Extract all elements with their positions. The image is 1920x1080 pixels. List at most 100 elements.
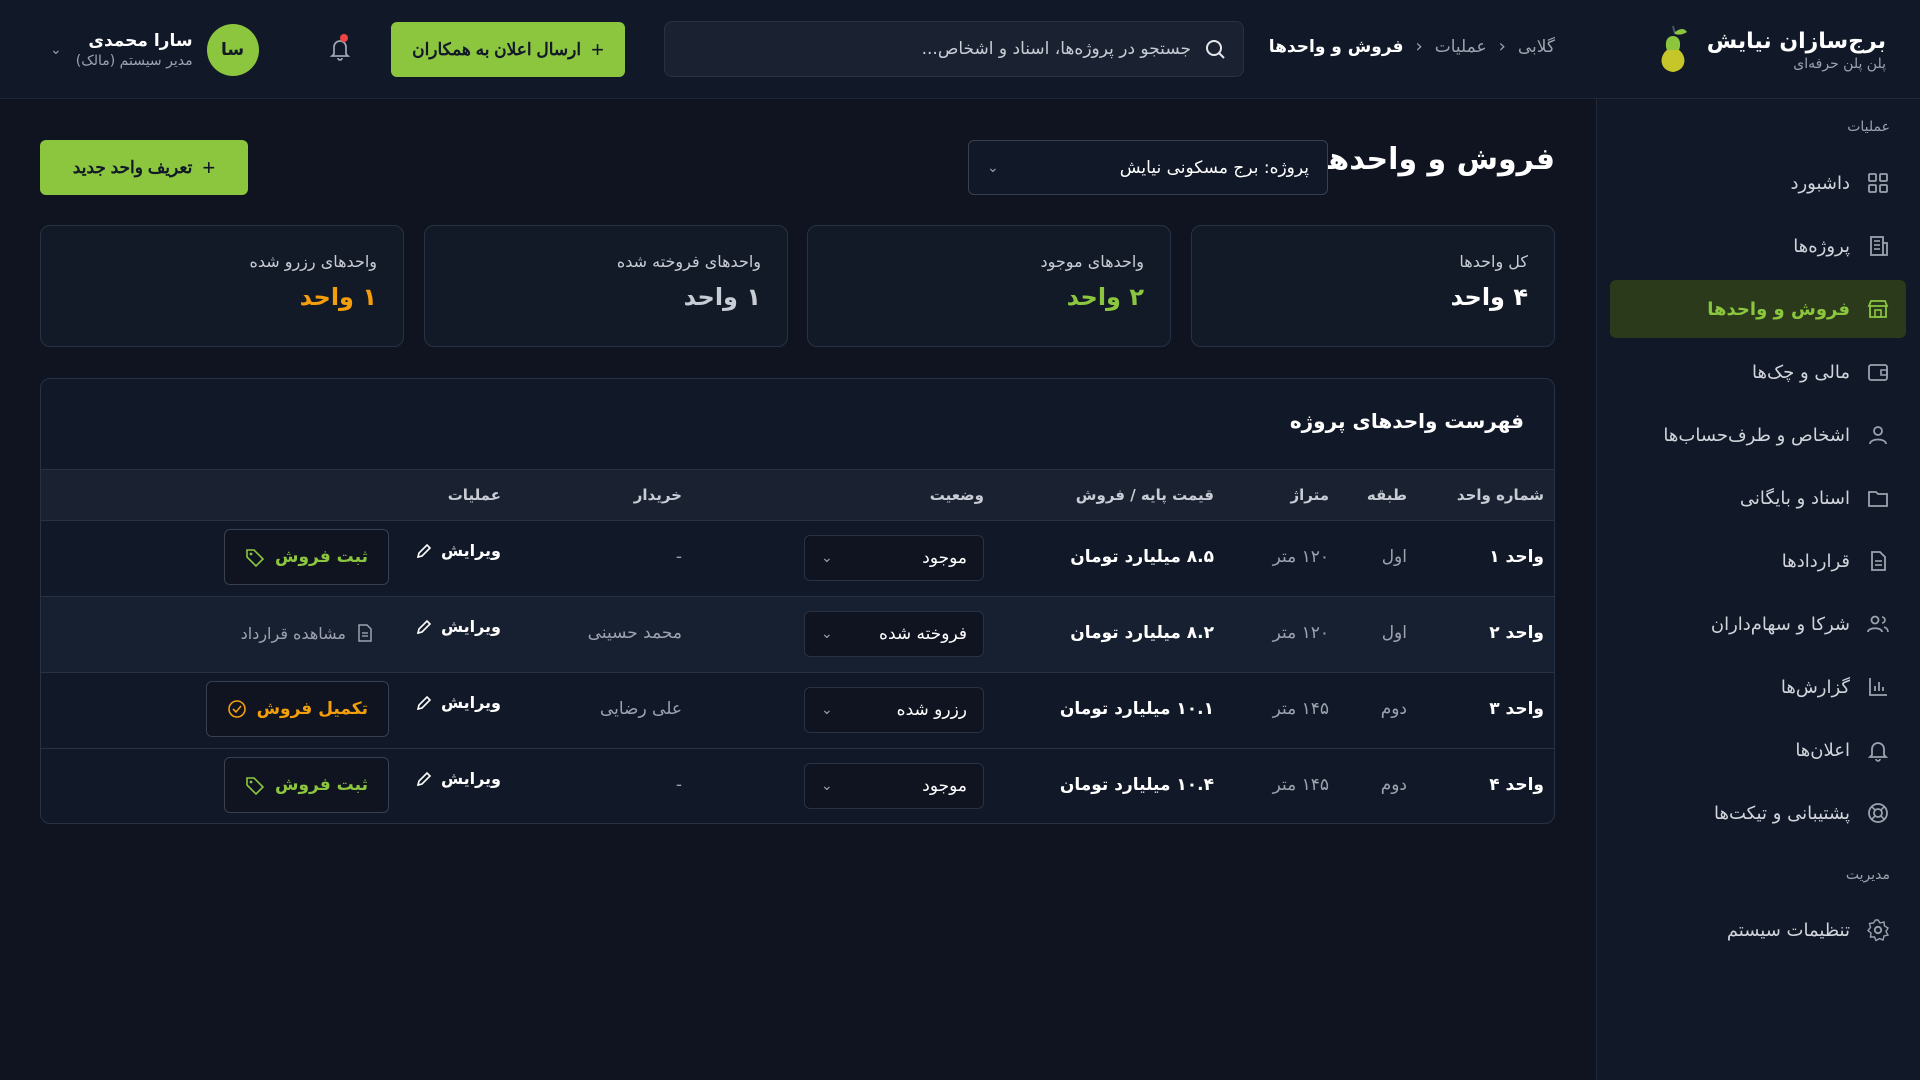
sidebar-item-contracts[interactable]: قراردادها: [1610, 532, 1906, 590]
dashboard-icon: [1866, 171, 1890, 195]
sidebar-item-documents[interactable]: اسناد و بایگانی: [1610, 469, 1906, 527]
chevron-down-icon: ⌄: [821, 702, 833, 718]
status-select[interactable]: موجود ⌄: [804, 763, 984, 809]
edit-button-label: ویرایش: [440, 693, 501, 712]
status-select-value: موجود: [922, 776, 967, 796]
action-label: مشاهده قرارداد: [240, 623, 346, 643]
table-row: واحد ۳ دوم ۱۴۵ متر ۱۰.۱ میلیارد تومان رز…: [41, 673, 1554, 749]
edit-button-label: ویرایش: [440, 617, 501, 636]
register-sale-button[interactable]: ثبت فروش: [224, 529, 389, 585]
cell-price: ۸.۵ میلیارد تومان: [1070, 547, 1214, 567]
user-name: سارا محمدی: [88, 31, 193, 51]
sidebar-item-label: شرکا و سهام‌داران: [1710, 613, 1850, 635]
sidebar-item-dashboard[interactable]: داشبورد: [1610, 154, 1906, 212]
breadcrumb: گلابی ‹ عملیات ‹ فروش و واحدها: [1269, 36, 1555, 57]
complete-sale-button[interactable]: تکمیل فروش: [205, 681, 389, 737]
pencil-icon: [416, 771, 432, 786]
chart-icon: [1866, 675, 1890, 699]
stat-label: کل واحدها: [1459, 252, 1528, 271]
sidebar-item-reports[interactable]: گزارش‌ها: [1610, 658, 1906, 716]
sidebar-section-operations: عملیات: [1847, 119, 1890, 135]
cell-buyer: محمد حسینی: [587, 623, 682, 643]
column-header-actions: عملیات: [447, 486, 501, 504]
pencil-icon: [416, 543, 432, 558]
sidebar-item-notifications[interactable]: اعلان‌ها: [1610, 721, 1906, 779]
user-menu[interactable]: سا سارا محمدی مدیر سیستم (مالک) ⌄: [50, 24, 259, 76]
plus-icon: +: [202, 154, 216, 180]
document-icon: [358, 624, 372, 642]
stat-card-total: کل واحدها ۴ واحد: [1191, 225, 1555, 347]
sidebar-item-support[interactable]: پشتیبانی و تیکت‌ها: [1610, 784, 1906, 842]
cell-buyer: -: [675, 775, 682, 795]
action-label: تکمیل فروش: [256, 699, 368, 719]
cell-area: ۱۲۰ متر: [1272, 623, 1329, 643]
breadcrumb-current: فروش و واحدها: [1268, 36, 1404, 57]
breadcrumb-item[interactable]: عملیات: [1435, 37, 1487, 57]
plus-icon: +: [591, 36, 604, 62]
gear-icon: [1866, 918, 1890, 942]
top-bar: برج‌سازان نیایش پلن پلن حرفه‌ای گلابی ‹ …: [0, 0, 1920, 99]
search-input[interactable]: [681, 39, 1191, 59]
edit-button[interactable]: ویرایش: [415, 693, 501, 712]
sidebar-item-partners[interactable]: شرکا و سهام‌داران: [1610, 595, 1906, 653]
search-icon: [1203, 37, 1227, 61]
project-select[interactable]: پروژه: برج مسکونی نیایش ⌄: [968, 140, 1328, 195]
user-role: مدیر سیستم (مالک): [75, 53, 193, 69]
sidebar-item-label: اسناد و بایگانی: [1739, 487, 1850, 509]
add-unit-button[interactable]: + تعریف واحد جدید: [40, 140, 248, 195]
column-header-status: وضعیت: [929, 486, 984, 504]
column-header-buyer: خریدار: [633, 486, 682, 504]
register-sale-button[interactable]: ثبت فروش: [224, 757, 389, 813]
chevron-down-icon: ⌄: [821, 626, 833, 642]
sidebar-item-finance[interactable]: مالی و چک‌ها: [1610, 343, 1906, 401]
sidebar-item-label: اشخاص و طرف‌حساب‌ها: [1663, 424, 1850, 446]
status-select-value: موجود: [922, 548, 967, 568]
cell-unit: واحد ۴: [1489, 775, 1544, 795]
store-icon: [1866, 297, 1890, 321]
notification-dot: [340, 34, 348, 42]
brand-text: برج‌سازان نیایش پلن پلن حرفه‌ای: [1707, 29, 1886, 72]
sidebar-item-label: داشبورد: [1790, 172, 1850, 194]
cell-floor: اول: [1381, 623, 1407, 643]
sidebar-item-settings[interactable]: تنظیمات سیستم: [1610, 901, 1906, 959]
cell-buyer: علی رضایی: [599, 699, 682, 719]
status-select[interactable]: رزرو شده ⌄: [804, 687, 984, 733]
announce-button[interactable]: + ارسال اعلان به همکاران: [391, 22, 625, 77]
edit-button[interactable]: ویرایش: [415, 769, 501, 788]
status-select-value: فروخته شده: [879, 624, 967, 644]
cell-price: ۱۰.۴ میلیارد تومان: [1059, 775, 1214, 795]
brand-name: برج‌سازان نیایش: [1706, 28, 1886, 54]
breadcrumb-item[interactable]: گلابی: [1518, 37, 1555, 57]
brand[interactable]: برج‌سازان نیایش پلن پلن حرفه‌ای: [1653, 24, 1886, 76]
stat-card-sold: واحدهای فروخته شده ۱ واحد: [424, 225, 788, 347]
sidebar-item-people[interactable]: اشخاص و طرف‌حساب‌ها: [1610, 406, 1906, 464]
sidebar-item-projects[interactable]: پروژه‌ها: [1610, 217, 1906, 275]
stat-label: واحدهای موجود: [1040, 252, 1145, 271]
page-title: فروش و واحدها: [1317, 142, 1555, 177]
cell-price: ۱۰.۱ میلیارد تومان: [1059, 699, 1214, 719]
edit-button-label: ویرایش: [440, 769, 501, 788]
status-select[interactable]: موجود ⌄: [804, 535, 984, 581]
stat-value: ۱ واحد: [299, 283, 377, 311]
pencil-icon: [416, 619, 432, 634]
table-title: فهرست واحدهای پروژه: [1289, 409, 1524, 433]
tag-icon: [246, 549, 265, 567]
table-row: واحد ۴ دوم ۱۴۵ متر ۱۰.۴ میلیارد تومان مو…: [41, 749, 1554, 823]
user-info: سارا محمدی مدیر سیستم (مالک): [76, 31, 193, 69]
sidebar-item-label: فروش و واحدها: [1707, 298, 1850, 320]
status-select[interactable]: فروخته شده ⌄: [804, 611, 984, 657]
sidebar-item-sales[interactable]: فروش و واحدها: [1610, 280, 1906, 338]
cell-floor: اول: [1381, 547, 1407, 567]
stat-value: ۱ واحد: [683, 283, 761, 311]
chevron-down-icon: ⌄: [821, 550, 833, 566]
view-contract-link[interactable]: مشاهده قرارداد: [241, 623, 374, 643]
edit-button[interactable]: ویرایش: [415, 617, 501, 636]
edit-button[interactable]: ویرایش: [415, 541, 501, 560]
stat-value: ۴ واحد: [1450, 283, 1528, 311]
project-select-value: پروژه: برج مسکونی نیایش: [1119, 157, 1309, 178]
cell-area: ۱۲۰ متر: [1272, 547, 1329, 567]
stat-label: واحدهای رزرو شده: [249, 252, 377, 271]
building-icon: [1866, 234, 1890, 258]
notifications-button[interactable]: [326, 34, 352, 62]
units-table: فهرست واحدهای پروژه شماره واحد طبقه مترا…: [40, 378, 1555, 824]
